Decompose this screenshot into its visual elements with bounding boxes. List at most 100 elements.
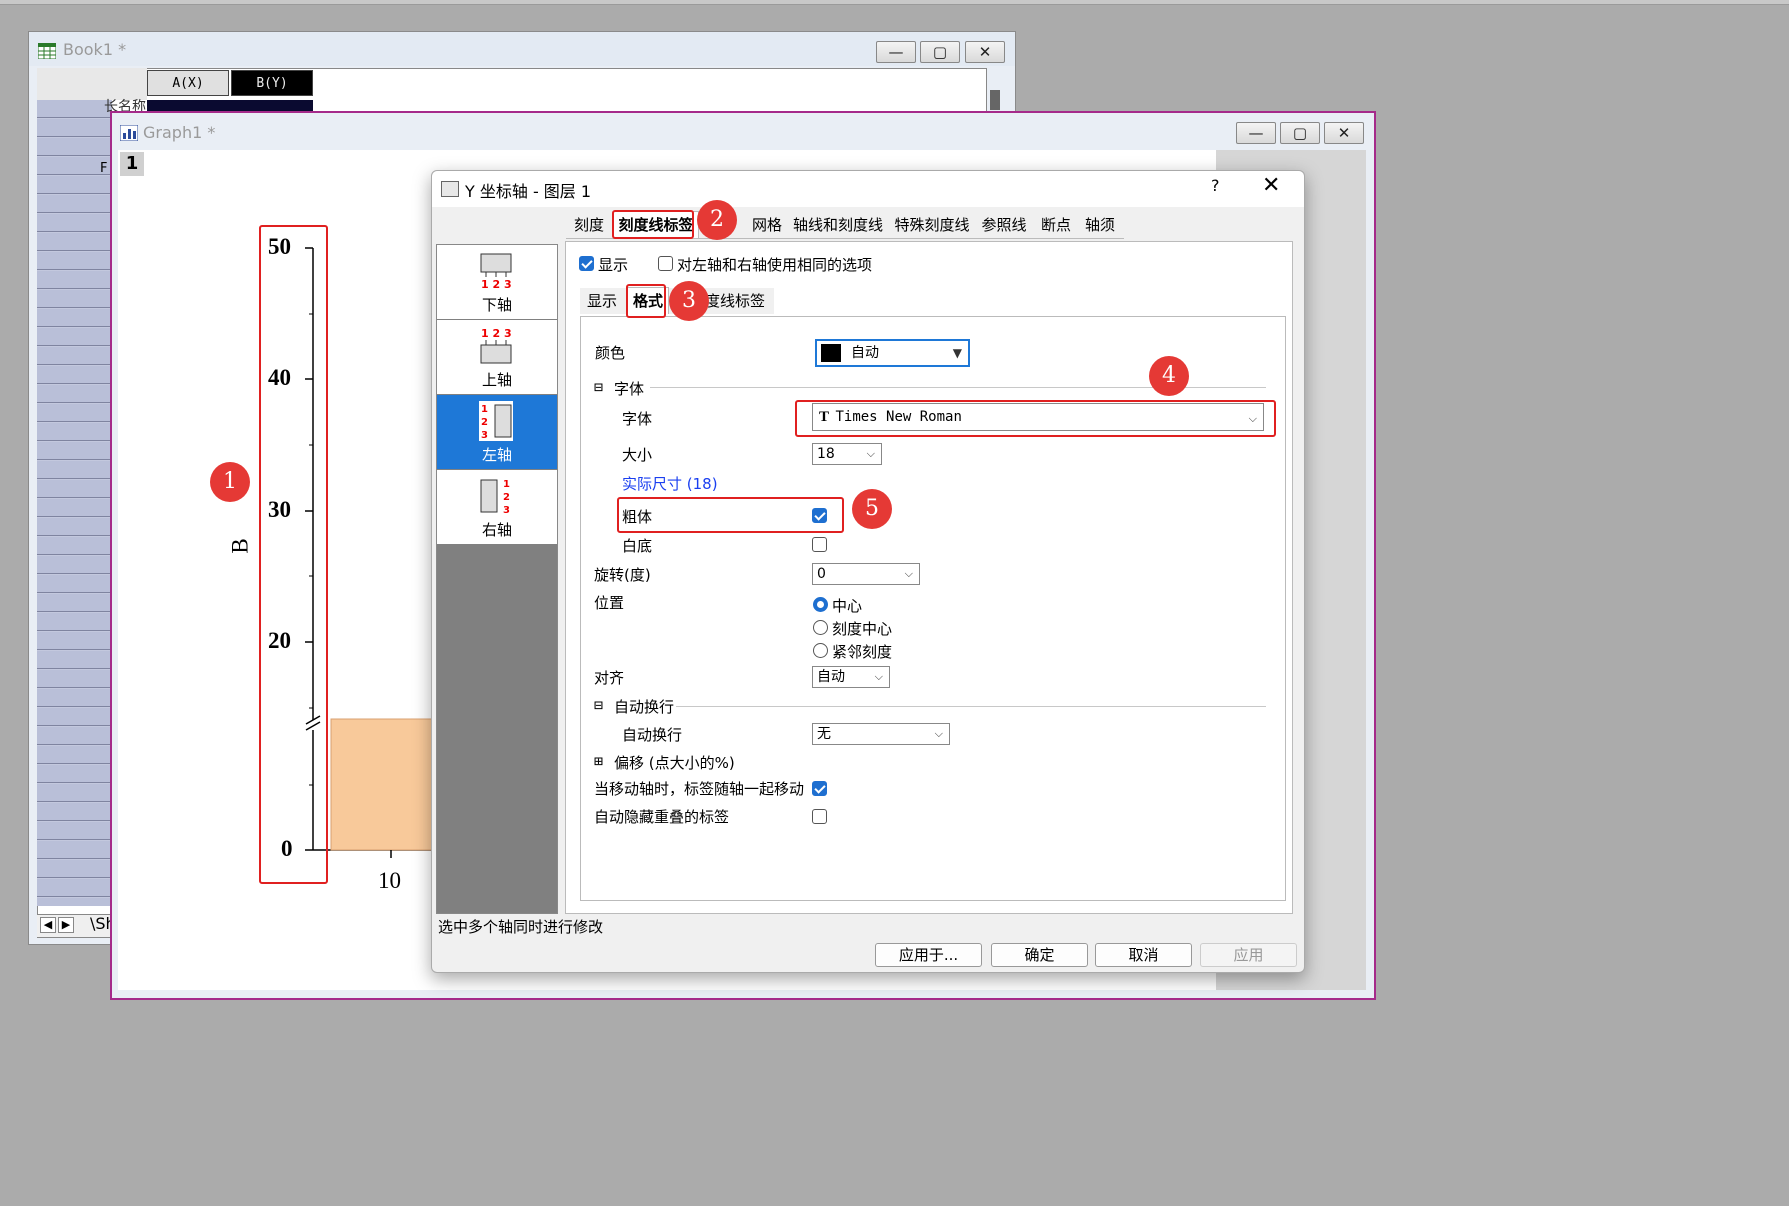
size-combo[interactable]: 18 ⌵ [812,443,882,465]
show-checkbox[interactable] [579,256,594,271]
book1-titlebar[interactable] [29,32,1015,66]
annotation-badge-5: 5 [852,489,892,529]
actual-size-text: 实际尺寸 (18) [622,475,718,493]
chevron-down-icon: ⌵ [874,670,883,683]
bottom-axis-icon: 1 2 3 [480,253,512,291]
top-strip [0,0,1789,5]
axis-item-left[interactable]: 1 2 3 左轴 [437,395,557,469]
book1-minimize-button[interactable]: — [876,41,916,63]
color-combo[interactable]: 自动 ▼ [815,339,970,367]
graph1-close-button[interactable]: ✕ [1324,122,1364,144]
subtab-display[interactable]: 显示 [582,288,622,314]
highlight-tick-labels-tab [612,210,694,239]
left-axis-icon: 1 2 3 [479,401,513,441]
font-section-label: 字体 [614,380,645,398]
tab-scale[interactable]: 刻度 [569,212,609,238]
x-tick-label-10: 10 [378,868,401,893]
sheet-next-icon[interactable]: ▶ [58,917,74,933]
tab-reference-lines[interactable]: 参照线 [978,212,1030,238]
ok-button[interactable]: 确定 [991,943,1088,967]
dialog-title: Y 坐标轴 - 图层 1 [465,182,592,201]
align-label: 对齐 [594,669,625,687]
column-header-b[interactable]: B(Y) [231,70,313,96]
wrap-section-collapse-icon[interactable]: ⊟ [594,696,603,714]
size-value: 18 [817,446,835,462]
book1-close-button[interactable]: ✕ [965,41,1005,63]
axis-item-label: 上轴 [481,371,512,389]
position-tick-center-radio[interactable] [813,620,828,635]
worksheet-icon [38,43,56,59]
size-label: 大小 [622,446,653,464]
hide-overlap-checkbox[interactable] [812,809,827,824]
row-headers[interactable] [37,100,112,906]
book1-title: Book1 * [63,40,127,59]
status-text: 选中多个轴同时进行修改 [438,918,604,936]
svg-text:1 2 3: 1 2 3 [481,327,512,340]
svg-text:2: 2 [481,417,488,428]
row-label-f: F [100,161,108,176]
bar-1 [330,718,438,851]
y-axis-title[interactable]: B [228,538,254,553]
tab-breaks[interactable]: 断点 [1036,212,1076,238]
book1-maximize-button[interactable]: ▢ [920,41,960,63]
tab-special-ticks[interactable]: 特殊刻度线 [891,212,973,238]
color-label: 颜色 [595,344,626,362]
axis-item-label: 右轴 [481,521,512,539]
white-background-label: 白底 [622,537,653,555]
graph1-maximize-button[interactable]: ▢ [1280,122,1320,144]
wrap-label: 自动换行 [622,726,683,744]
dialog-icon [441,181,459,197]
sheet-prev-icon[interactable]: ◀ [40,917,56,933]
chevron-down-icon: ⌵ [866,447,875,460]
position-center-radio[interactable] [813,597,828,612]
dropdown-arrow-icon: ▼ [952,346,962,360]
rotate-combo[interactable]: 0 ⌵ [812,563,920,585]
svg-text:1: 1 [481,404,488,415]
axis-item-bottom[interactable]: 1 2 3 下轴 [437,245,557,319]
graph-icon [120,125,138,141]
position-label: 位置 [594,594,625,612]
same-options-label: 对左轴和右轴使用相同的选项 [677,256,873,274]
column-header-a[interactable]: A(X) [147,70,229,96]
align-combo[interactable]: 自动 ⌵ [812,666,890,688]
white-background-checkbox[interactable] [812,537,827,552]
wrap-combo[interactable]: 无 ⌵ [812,723,950,745]
top-axis-icon: 1 2 3 [480,327,512,364]
tab-grids[interactable]: 网格 [747,212,787,238]
cancel-button[interactable]: 取消 [1095,943,1192,967]
right-axis-icon: 1 2 3 [480,479,510,516]
annotation-badge-2: 2 [697,200,737,240]
font-label: 字体 [622,410,653,428]
chevron-down-icon: ⌵ [934,727,943,740]
position-center-label: 中心 [832,597,863,615]
book1-scrollbar[interactable] [990,90,1000,110]
position-next-to-tick-radio[interactable] [813,643,828,658]
svg-text:1 2 3: 1 2 3 [481,278,512,291]
font-section-collapse-icon[interactable]: ⊟ [594,378,603,396]
svg-text:3: 3 [503,505,510,516]
highlight-format-subtab [626,284,666,318]
position-tick-center-label: 刻度中心 [832,620,893,638]
move-with-axis-checkbox[interactable] [812,781,827,796]
offset-section-label: 偏移 (点大小的%) [614,754,735,772]
color-swatch [821,344,841,362]
offset-section-expand-icon[interactable]: ⊞ [594,752,603,770]
tab-rug[interactable]: 轴须 [1080,212,1120,238]
chevron-down-icon: ⌵ [904,567,913,580]
axis-item-right[interactable]: 1 2 3 右轴 [437,470,557,544]
tab-line-and-ticks[interactable]: 轴线和刻度线 [790,212,886,238]
apply-button[interactable]: 应用 [1200,943,1297,967]
graph1-minimize-button[interactable]: — [1236,122,1276,144]
axis-item-top[interactable]: 1 2 3 上轴 [437,320,557,394]
section-divider [676,706,1266,707]
same-options-checkbox[interactable] [658,256,673,271]
graph1-title: Graph1 * [143,123,216,142]
help-button[interactable]: ? [1211,176,1220,195]
color-value: 自动 [851,345,879,361]
apply-to-button[interactable]: 应用于... [875,943,982,967]
svg-text:2: 2 [503,492,510,503]
highlight-font-combo [795,400,1276,437]
wrap-value: 无 [817,726,831,742]
dialog-close-button[interactable]: ✕ [1262,173,1280,198]
annotation-badge-1: 1 [210,462,250,502]
